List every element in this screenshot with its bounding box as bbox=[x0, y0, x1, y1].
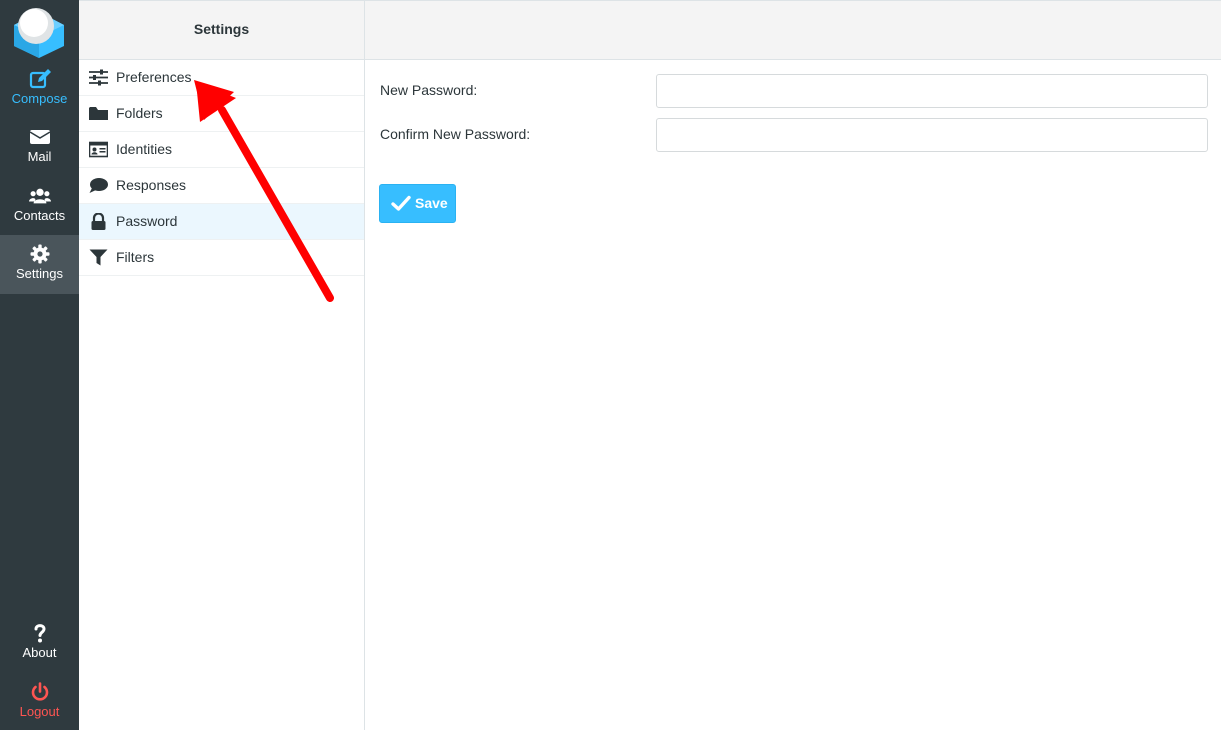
settings-pane-title: Settings bbox=[79, 0, 364, 60]
settings-item-label: Responses bbox=[116, 177, 187, 193]
settings-item-responses[interactable]: Responses bbox=[79, 168, 364, 204]
lock-icon bbox=[91, 213, 106, 230]
nav-contacts[interactable]: Contacts bbox=[0, 177, 79, 235]
envelope-icon bbox=[29, 130, 50, 144]
settings-item-folders[interactable]: Folders bbox=[79, 96, 364, 132]
nav-compose-label: Compose bbox=[11, 91, 68, 106]
nav-about[interactable]: About bbox=[0, 614, 79, 672]
nav-contacts-label: Contacts bbox=[13, 208, 66, 223]
power-icon bbox=[31, 682, 48, 701]
id-card-icon bbox=[89, 141, 108, 158]
settings-item-label: Identities bbox=[116, 141, 173, 157]
password-settings-content: New Password: Confirm New Password: Save bbox=[365, 0, 1221, 730]
speech-bubble-icon bbox=[89, 178, 108, 193]
save-button-label: Save bbox=[415, 195, 448, 211]
filter-icon bbox=[89, 249, 108, 266]
nav-logout[interactable]: Logout bbox=[0, 673, 79, 730]
settings-item-label: Folders bbox=[116, 105, 163, 121]
users-icon bbox=[28, 188, 51, 204]
settings-item-filters[interactable]: Filters bbox=[79, 240, 364, 276]
settings-item-label: Preferences bbox=[116, 69, 192, 85]
nav-settings-label: Settings bbox=[16, 266, 63, 281]
save-button[interactable]: Save bbox=[379, 184, 456, 223]
nav-settings[interactable]: Settings bbox=[0, 235, 79, 294]
nav-compose[interactable]: Compose bbox=[0, 60, 79, 118]
new-password-row: New Password: bbox=[380, 74, 1208, 108]
compose-icon bbox=[29, 69, 51, 89]
settings-item-label: Filters bbox=[116, 249, 155, 265]
nav-mail[interactable]: Mail bbox=[0, 118, 79, 176]
settings-item-password[interactable]: Password bbox=[79, 204, 364, 240]
new-password-input[interactable] bbox=[656, 74, 1208, 108]
checkmark-icon bbox=[391, 195, 411, 211]
confirm-password-row: Confirm New Password: bbox=[380, 118, 1208, 152]
settings-item-preferences[interactable]: Preferences bbox=[79, 60, 364, 96]
nav-mail-label: Mail bbox=[27, 149, 52, 164]
settings-item-identities[interactable]: Identities bbox=[79, 132, 364, 168]
content-header bbox=[365, 0, 1221, 60]
folder-icon bbox=[89, 107, 108, 120]
new-password-label: New Password: bbox=[380, 82, 478, 98]
confirm-password-input[interactable] bbox=[656, 118, 1208, 152]
settings-item-label: Password bbox=[116, 213, 178, 229]
logo-icon bbox=[14, 8, 64, 58]
settings-list-pane: Settings Preferences Folders Identities … bbox=[79, 0, 365, 730]
nav-logout-label: Logout bbox=[19, 704, 60, 719]
sliders-icon bbox=[89, 69, 108, 86]
confirm-password-label: Confirm New Password: bbox=[380, 126, 531, 142]
question-icon bbox=[34, 624, 46, 643]
main-navigation: Compose Mail Contacts Settings About Log… bbox=[0, 0, 79, 730]
gear-icon bbox=[30, 244, 49, 264]
nav-about-label: About bbox=[22, 645, 57, 660]
